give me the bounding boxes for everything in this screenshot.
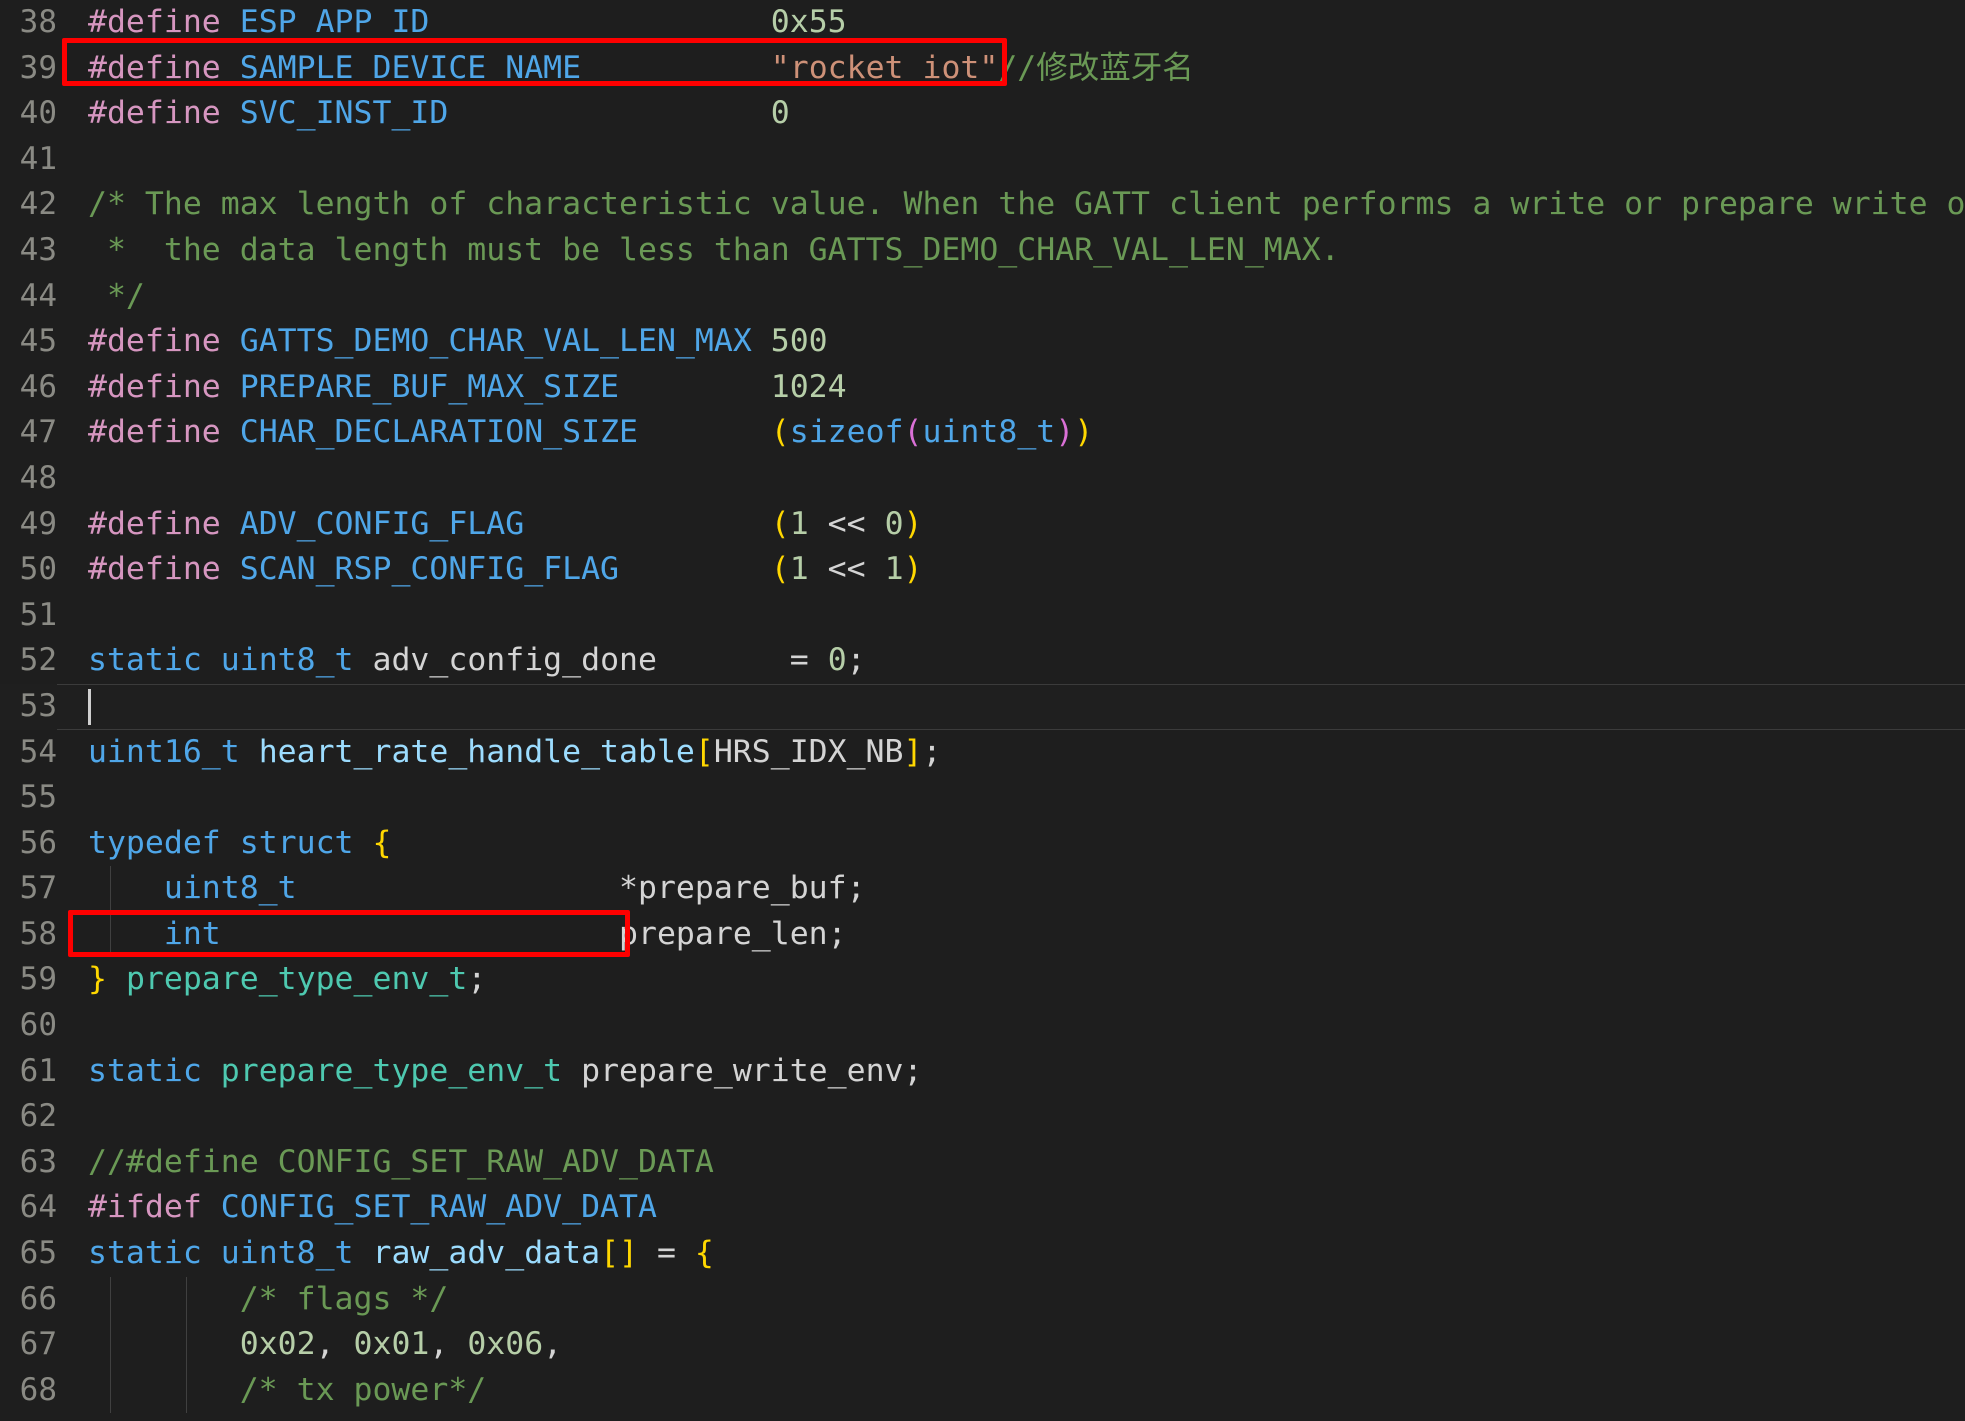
- code-editor-viewport[interactable]: 38 #define ESP_APP_ID 0x55 39 #define SA…: [0, 0, 1965, 1421]
- code-line[interactable]: 59 } prepare_type_env_t;: [0, 957, 1965, 1003]
- code-line[interactable]: 42 /* The max length of characteristic v…: [0, 182, 1965, 228]
- line-number: 65: [19, 1235, 57, 1272]
- line-content: #define SCAN_RSP_CONFIG_FLAG (1 << 1): [88, 551, 923, 588]
- text-cursor: [88, 688, 91, 725]
- code-line[interactable]: 54 uint16_t heart_rate_handle_table[HRS_…: [0, 730, 1965, 776]
- code-line[interactable]: 62: [0, 1094, 1965, 1140]
- code-line[interactable]: 41: [0, 137, 1965, 183]
- code-line[interactable]: 51: [0, 593, 1965, 639]
- code-line[interactable]: 43 * the data length must be less than G…: [0, 228, 1965, 274]
- line-content: /* flags */: [239, 1280, 449, 1317]
- line-number: 47: [19, 414, 57, 451]
- line-content: uint16_t heart_rate_handle_table[HRS_IDX…: [88, 733, 942, 770]
- code-line[interactable]: 45 #define GATTS_DEMO_CHAR_VAL_LEN_MAX 5…: [0, 319, 1965, 365]
- line-number: 41: [19, 140, 57, 177]
- line-number: 56: [19, 824, 57, 861]
- line-content: static uint8_t adv_config_done = 0;: [88, 642, 866, 679]
- code-line[interactable]: 63 //#define CONFIG_SET_RAW_ADV_DATA: [0, 1140, 1965, 1186]
- line-number: 44: [19, 277, 57, 314]
- code-line[interactable]: 61 static prepare_type_env_t prepare_wri…: [0, 1049, 1965, 1095]
- code-line[interactable]: 58 int prepare_len;: [0, 911, 1965, 958]
- line-number: 51: [19, 596, 57, 633]
- line-number: 61: [19, 1052, 57, 1089]
- line-number: 55: [19, 779, 57, 816]
- line-number: 59: [19, 961, 57, 998]
- line-number: 58: [19, 915, 57, 952]
- code-lines: 38 #define ESP_APP_ID 0x55 39 #define SA…: [0, 0, 1965, 1414]
- line-content: */: [88, 277, 145, 314]
- code-line[interactable]: 47 #define CHAR_DECLARATION_SIZE (sizeof…: [0, 410, 1965, 456]
- line-content: int prepare_len;: [163, 915, 847, 952]
- code-line[interactable]: 56 typedef struct {: [0, 821, 1965, 867]
- line-content: #define PREPARE_BUF_MAX_SIZE 1024: [88, 368, 847, 405]
- line-content: /* tx power*/: [239, 1371, 487, 1408]
- line-content: * the data length must be less than GATT…: [88, 231, 1340, 268]
- code-line[interactable]: 38 #define ESP_APP_ID 0x55: [0, 0, 1965, 46]
- line-number: 40: [19, 95, 57, 132]
- code-line[interactable]: 52 static uint8_t adv_config_done = 0;: [0, 638, 1965, 684]
- line-number: 57: [19, 870, 57, 907]
- line-number: 64: [19, 1189, 57, 1226]
- code-line[interactable]: 50 #define SCAN_RSP_CONFIG_FLAG (1 << 1): [0, 547, 1965, 593]
- line-content: static uint8_t raw_adv_data[] = {: [88, 1235, 714, 1272]
- code-line[interactable]: 57 uint8_t *prepare_buf;: [0, 866, 1965, 912]
- line-content: typedef struct {: [88, 824, 392, 861]
- line-number: 66: [19, 1280, 57, 1317]
- line-number: 38: [19, 4, 57, 40]
- code-line[interactable]: 46 #define PREPARE_BUF_MAX_SIZE 1024: [0, 365, 1965, 411]
- line-content: //#define CONFIG_SET_RAW_ADV_DATA: [88, 1143, 714, 1180]
- code-line[interactable]: 55: [0, 775, 1965, 821]
- code-line[interactable]: 60: [0, 1003, 1965, 1049]
- line-content: } prepare_type_env_t;: [88, 961, 487, 998]
- code-line[interactable]: 64 #ifdef CONFIG_SET_RAW_ADV_DATA: [0, 1185, 1965, 1231]
- code-line[interactable]: 65 static uint8_t raw_adv_data[] = {: [0, 1231, 1965, 1277]
- line-content: uint8_t *prepare_buf;: [163, 870, 866, 907]
- line-number: 62: [19, 1098, 57, 1135]
- code-line[interactable]: 48: [0, 456, 1965, 502]
- line-content: #ifdef CONFIG_SET_RAW_ADV_DATA: [88, 1189, 657, 1226]
- line-content: 0x02, 0x01, 0x06,: [239, 1326, 563, 1363]
- line-content: #define SVC_INST_ID 0: [88, 95, 790, 132]
- line-content: /* The max length of characteristic valu…: [88, 186, 1965, 223]
- line-number: 42: [19, 186, 57, 223]
- line-number: 49: [19, 505, 57, 542]
- line-number: 39: [19, 49, 57, 86]
- line-content: #define ESP_APP_ID 0x55: [88, 4, 847, 40]
- line-number: 68: [19, 1371, 57, 1408]
- line-number: 45: [19, 323, 57, 360]
- line-number: 54: [19, 733, 57, 770]
- line-number: 52: [19, 642, 57, 679]
- line-content: #define GATTS_DEMO_CHAR_VAL_LEN_MAX 500: [88, 323, 828, 360]
- code-line[interactable]: 40 #define SVC_INST_ID 0: [0, 91, 1965, 137]
- line-number: 63: [19, 1143, 57, 1180]
- line-number: 43: [19, 231, 57, 268]
- current-line-top-border: [57, 683, 1965, 685]
- line-number: 46: [19, 368, 57, 405]
- code-line[interactable]: 39 #define SAMPLE_DEVICE_NAME "rocket_io…: [0, 46, 1965, 92]
- code-line[interactable]: 67 0x02, 0x01, 0x06,: [0, 1322, 1965, 1368]
- line-number: 60: [19, 1007, 57, 1044]
- code-line[interactable]: 49 #define ADV_CONFIG_FLAG (1 << 0): [0, 502, 1965, 548]
- code-line[interactable]: 68 /* tx power*/: [0, 1367, 1965, 1414]
- line-number: 50: [19, 551, 57, 588]
- line-number: 67: [19, 1326, 57, 1363]
- line-number: 48: [19, 459, 57, 496]
- line-number: 53: [19, 687, 57, 724]
- line-content: #define CHAR_DECLARATION_SIZE (sizeof(ui…: [88, 414, 1094, 451]
- code-line-current[interactable]: 53: [0, 683, 1965, 730]
- line-content: static prepare_type_env_t prepare_write_…: [88, 1052, 923, 1089]
- line-content: #define SAMPLE_DEVICE_NAME "rocket_iot"/…: [88, 49, 1194, 86]
- code-line[interactable]: 66 /* flags */: [0, 1276, 1965, 1323]
- line-content: #define ADV_CONFIG_FLAG (1 << 0): [88, 505, 923, 542]
- code-line[interactable]: 44 */: [0, 274, 1965, 320]
